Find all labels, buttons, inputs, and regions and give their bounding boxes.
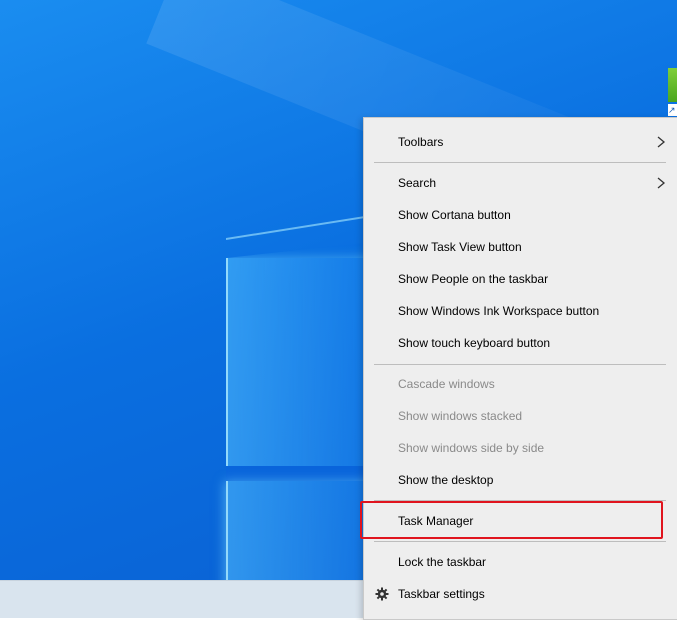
windows-logo-pane-top bbox=[226, 258, 378, 466]
menu-item-label: Lock the taskbar bbox=[398, 555, 487, 569]
menu-item-search[interactable]: Search bbox=[364, 167, 677, 199]
menu-item-label: Show Task View button bbox=[398, 240, 522, 254]
menu-item-label: Show touch keyboard button bbox=[398, 336, 551, 350]
menu-item-show-windows-ink[interactable]: Show Windows Ink Workspace button bbox=[364, 295, 677, 327]
menu-item-show-windows-stacked: Show windows stacked bbox=[364, 400, 677, 432]
menu-item-toolbars[interactable]: Toolbars bbox=[364, 126, 677, 158]
desktop-shortcut-icon[interactable] bbox=[668, 68, 677, 102]
menu-item-label: Show windows stacked bbox=[398, 409, 523, 423]
menu-item-label: Taskbar settings bbox=[398, 587, 485, 601]
menu-item-label: Search bbox=[398, 176, 437, 190]
menu-item-label: Show the desktop bbox=[398, 473, 494, 487]
taskbar-context-menu: Toolbars Search Show Cortana button Show… bbox=[363, 117, 677, 620]
menu-item-label: Cascade windows bbox=[398, 377, 495, 391]
windows-logo-pane-bottom bbox=[226, 481, 378, 591]
shortcut-arrow-icon: ↗ bbox=[668, 104, 677, 116]
task-manager-highlight-box bbox=[360, 501, 663, 539]
chevron-right-icon bbox=[657, 177, 666, 189]
menu-item-label: Show People on the taskbar bbox=[398, 272, 549, 286]
menu-item-lock-the-taskbar[interactable]: Lock the taskbar bbox=[364, 546, 677, 578]
menu-item-show-the-desktop[interactable]: Show the desktop bbox=[364, 464, 677, 496]
menu-item-show-people[interactable]: Show People on the taskbar bbox=[364, 263, 677, 295]
menu-item-taskbar-settings[interactable]: Taskbar settings bbox=[364, 578, 677, 610]
menu-item-label: Toolbars bbox=[398, 135, 444, 149]
menu-item-cascade-windows: Cascade windows bbox=[364, 368, 677, 400]
windows-logo-gap bbox=[226, 466, 376, 481]
menu-separator bbox=[374, 162, 666, 163]
menu-item-label: Show Cortana button bbox=[398, 208, 511, 222]
windows-logo-edge bbox=[226, 214, 376, 262]
gear-icon bbox=[375, 587, 389, 601]
chevron-right-icon bbox=[657, 136, 666, 148]
menu-item-label: Show windows side by side bbox=[398, 441, 545, 455]
menu-item-show-windows-side-by-side: Show windows side by side bbox=[364, 432, 677, 464]
menu-item-show-touch-keyboard[interactable]: Show touch keyboard button bbox=[364, 327, 677, 359]
menu-item-show-task-view-button[interactable]: Show Task View button bbox=[364, 231, 677, 263]
menu-separator bbox=[374, 364, 666, 365]
menu-separator bbox=[374, 541, 666, 542]
menu-item-show-cortana-button[interactable]: Show Cortana button bbox=[364, 199, 677, 231]
menu-item-label: Show Windows Ink Workspace button bbox=[398, 304, 600, 318]
